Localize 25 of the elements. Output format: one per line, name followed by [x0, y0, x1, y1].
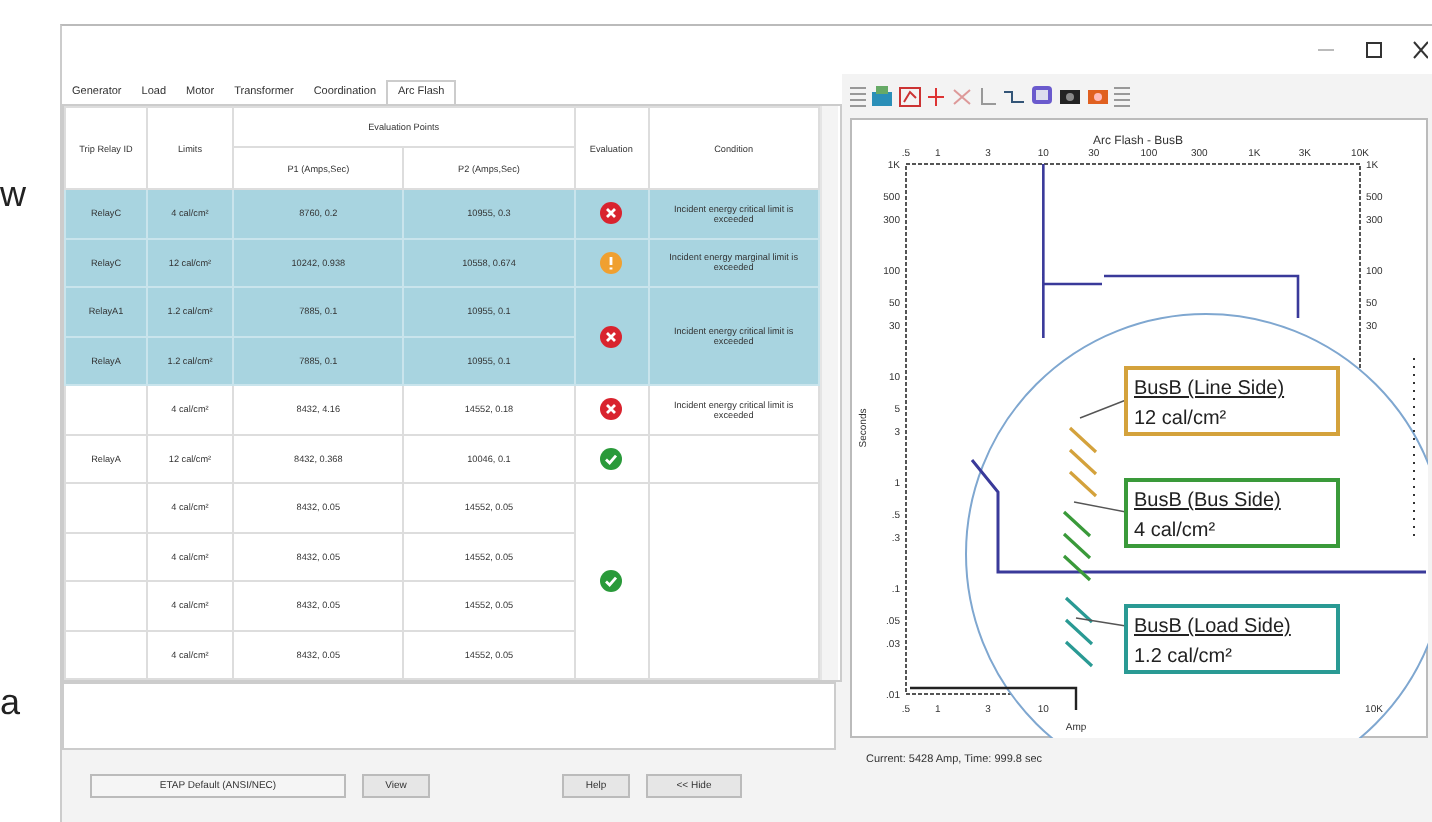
warning-icon — [600, 251, 623, 274]
table-cell[interactable] — [65, 532, 147, 581]
error-icon — [600, 398, 623, 421]
printer-icon[interactable] — [870, 84, 894, 108]
callout: BusB (Load Side) 1.2 cal/cm² — [1064, 596, 1340, 674]
check-icon — [600, 447, 623, 470]
edge-letter: w — [0, 176, 28, 212]
camera-icon[interactable] — [1058, 84, 1082, 108]
edge-letter: a — [0, 684, 23, 720]
table-cell[interactable] — [65, 630, 147, 679]
table-cell[interactable] — [65, 581, 147, 630]
crosshair-icon[interactable] — [950, 84, 974, 108]
table-cell[interactable] — [65, 483, 147, 532]
chart-icon[interactable] — [898, 84, 922, 108]
list-icon[interactable] — [1114, 84, 1130, 108]
error-icon — [600, 325, 623, 347]
scrollbar[interactable] — [820, 106, 838, 680]
close-icon[interactable] — [1412, 40, 1428, 60]
error-icon — [600, 202, 623, 225]
table-cell[interactable] — [65, 385, 147, 434]
list-icon[interactable] — [850, 84, 866, 108]
monitor-icon[interactable] — [1030, 84, 1054, 108]
check-icon — [600, 570, 623, 592]
maximize-icon[interactable] — [1364, 40, 1384, 60]
plus-icon[interactable] — [926, 84, 946, 108]
